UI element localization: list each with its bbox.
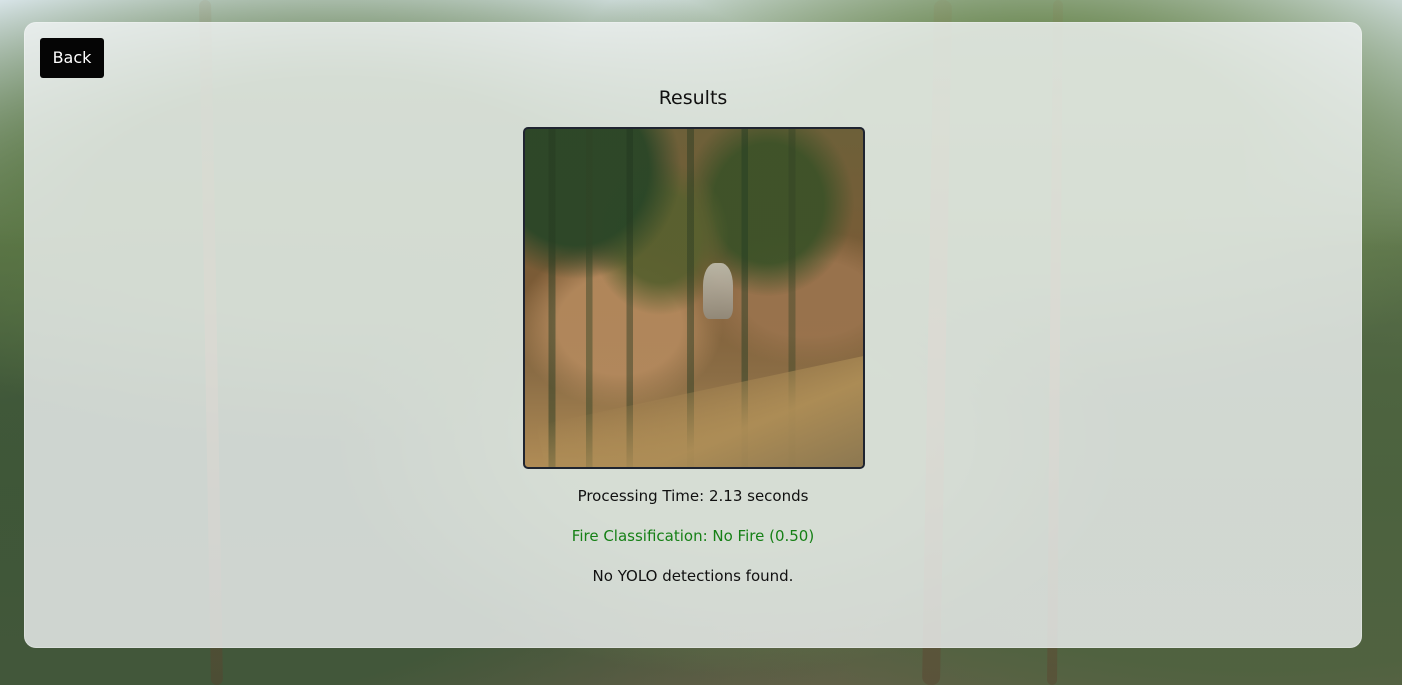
back-button[interactable]: Back bbox=[40, 38, 104, 78]
result-image bbox=[523, 127, 865, 469]
page-title: Results bbox=[658, 87, 728, 109]
fire-classification: Fire Classification: No Fire (0.50) bbox=[571, 527, 815, 545]
results-panel: Back Results Processing Time: 2.13 secon… bbox=[24, 22, 1362, 648]
yolo-detections: No YOLO detections found. bbox=[592, 567, 794, 585]
image-rock-outcrop bbox=[703, 263, 733, 319]
processing-time: Processing Time: 2.13 seconds bbox=[577, 487, 809, 505]
